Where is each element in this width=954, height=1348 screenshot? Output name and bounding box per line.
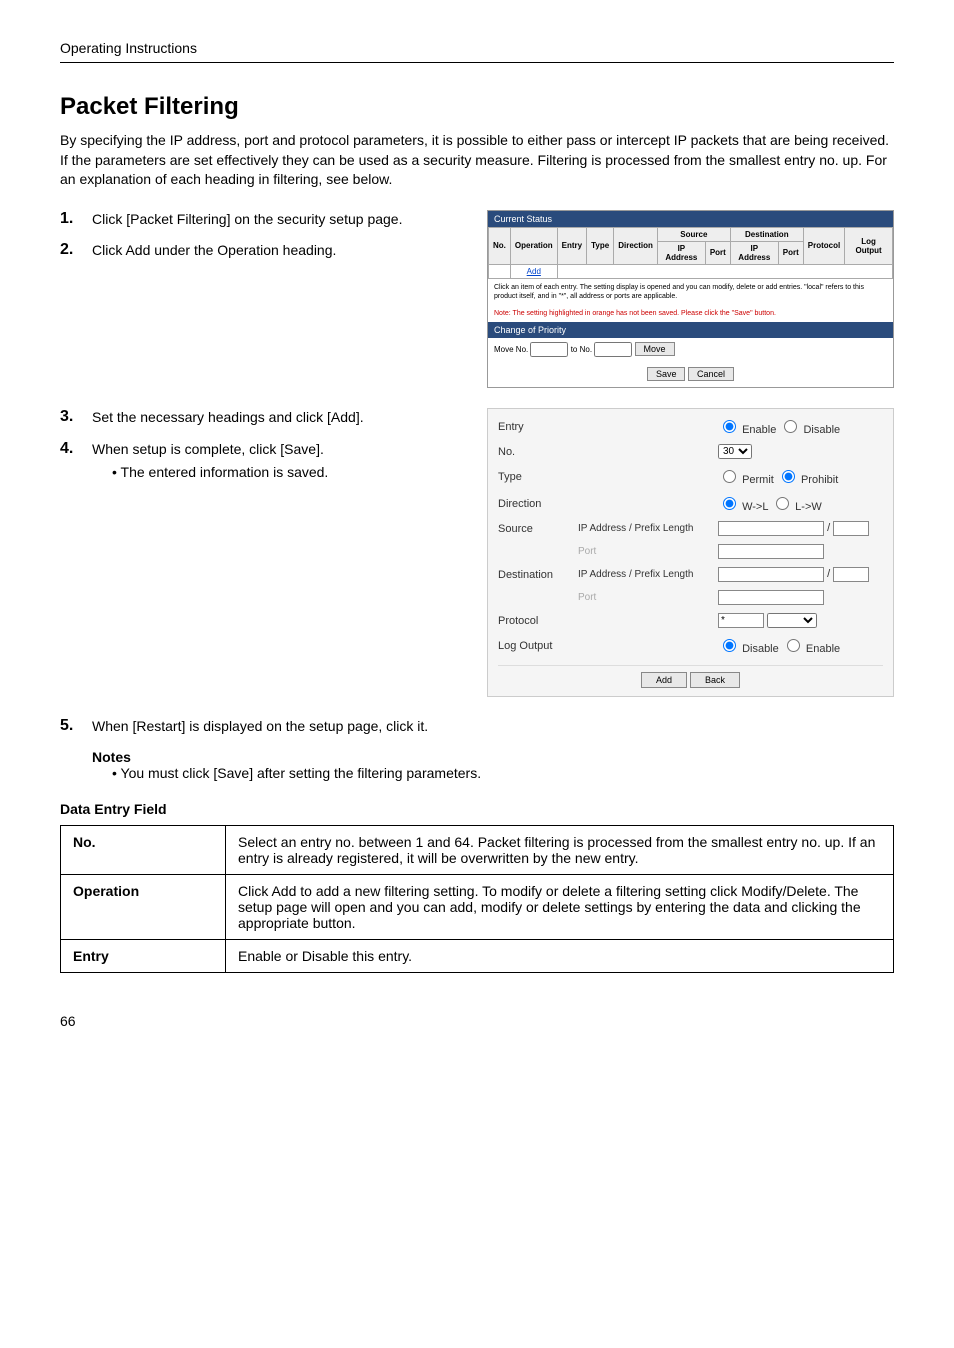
enable-label: Enable [806,643,840,655]
back-button[interactable]: Back [690,672,740,688]
move-no-label: Move No. [494,345,528,354]
page-header: Operating Instructions [60,40,197,56]
disable-label: Disable [742,643,779,655]
step-text: When setup is complete, click [Save]. [92,441,324,457]
step-text: Set the necessary headings and click [Ad… [92,408,364,428]
th-direction: Direction [614,227,658,264]
add-button[interactable]: Add [641,672,687,688]
step-number: 5. [60,717,80,737]
src-port-input[interactable] [718,544,824,559]
note-text: Click an item of each entry. The setting… [488,279,893,305]
lw-label: L->W [795,501,822,513]
permit-label: Permit [742,474,774,486]
port-label: Port [578,592,718,603]
log-disable-radio[interactable] [723,639,736,652]
port-label: Port [578,546,718,557]
dir-wl-radio[interactable] [723,497,736,510]
add-link[interactable]: Add [527,267,541,276]
src-prefix-input[interactable] [833,521,869,536]
note-warning: Note: The setting highlighted in orange … [488,305,893,322]
th-port: Port [705,241,730,264]
page-number: 66 [60,1013,894,1029]
entry-label: Entry [498,421,578,433]
dst-prefix-input[interactable] [833,567,869,582]
type-label: Type [498,471,578,483]
th-type: Type [587,227,614,264]
enable-label: Enable [742,424,776,436]
dir-lw-radio[interactable] [776,497,789,510]
intro-paragraph: By specifying the IP address, port and p… [60,131,894,190]
source-label: Source [498,523,578,535]
type-prohibit-radio[interactable] [782,470,795,483]
field-name: Operation [61,874,226,939]
ip-prefix-label: IP Address / Prefix Length [578,523,718,534]
th-entry: Entry [557,227,586,264]
field-name: No. [61,825,226,874]
screenshot-entry-form: Entry Enable Disable No. 30 Type Permit [487,408,894,697]
th-ip: IP Address [730,241,778,264]
step-text: When [Restart] is displayed on the setup… [92,717,428,737]
dst-port-input[interactable] [718,590,824,605]
field-desc: Select an entry no. between 1 and 64. Pa… [226,825,894,874]
th-destination: Destination [730,227,803,241]
th-port: Port [778,241,803,264]
step-number: 3. [60,408,80,428]
direction-label: Direction [498,498,578,510]
th-ip: IP Address [657,241,705,264]
protocol-label: Protocol [498,615,578,627]
src-ip-input[interactable] [718,521,824,536]
to-no-label: to No. [571,345,592,354]
th-protocol: Protocol [803,227,844,264]
move-button[interactable]: Move [635,342,675,356]
disable-label: Disable [803,424,840,436]
destination-label: Destination [498,569,578,581]
th-no: No. [489,227,511,264]
step-text: Click [Packet Filtering] on the security… [92,210,402,230]
table-row: Operation Click Add to add a new filteri… [61,874,894,939]
th-operation: Operation [510,227,557,264]
data-entry-heading: Data Entry Field [60,801,894,817]
step-number: 4. [60,440,80,483]
status-table: No. Operation Entry Type Direction Sourc… [488,227,893,279]
log-output-label: Log Output [498,640,578,652]
slash: / [827,522,830,534]
dst-ip-input[interactable] [718,567,824,582]
log-enable-radio[interactable] [787,639,800,652]
protocol-input[interactable] [718,613,764,628]
type-permit-radio[interactable] [723,470,736,483]
section-bar: Current Status [488,211,893,227]
protocol-select[interactable] [767,613,817,628]
table-row: No. Select an entry no. between 1 and 64… [61,825,894,874]
no-label: No. [498,446,578,458]
page-title: Packet Filtering [60,93,894,121]
field-name: Entry [61,939,226,972]
move-no-input[interactable] [530,342,568,357]
to-no-input[interactable] [594,342,632,357]
section-bar: Change of Priority [488,322,893,338]
entry-enable-radio[interactable] [723,420,736,433]
wl-label: W->L [742,501,768,513]
notes-heading: Notes [92,749,894,765]
table-row: Entry Enable or Disable this entry. [61,939,894,972]
step-bullet: The entered information is saved. [112,463,328,483]
step-number: 2. [60,241,80,261]
data-entry-table: No. Select an entry no. between 1 and 64… [60,825,894,973]
step-number: 1. [60,210,80,230]
screenshot-current-status: Current Status No. Operation Entry Type … [487,210,894,388]
th-source: Source [657,227,730,241]
save-button[interactable]: Save [647,367,686,381]
step-text: Click Add under the Operation heading. [92,241,336,261]
ip-prefix-label: IP Address / Prefix Length [578,569,718,580]
th-log: Log Output [845,227,893,264]
prohibit-label: Prohibit [801,474,838,486]
cancel-button[interactable]: Cancel [688,367,734,381]
field-desc: Click Add to add a new filtering setting… [226,874,894,939]
no-select[interactable]: 30 [718,444,752,459]
field-desc: Enable or Disable this entry. [226,939,894,972]
entry-disable-radio[interactable] [784,420,797,433]
slash: / [827,568,830,580]
notes-bullet: You must click [Save] after setting the … [112,765,894,781]
